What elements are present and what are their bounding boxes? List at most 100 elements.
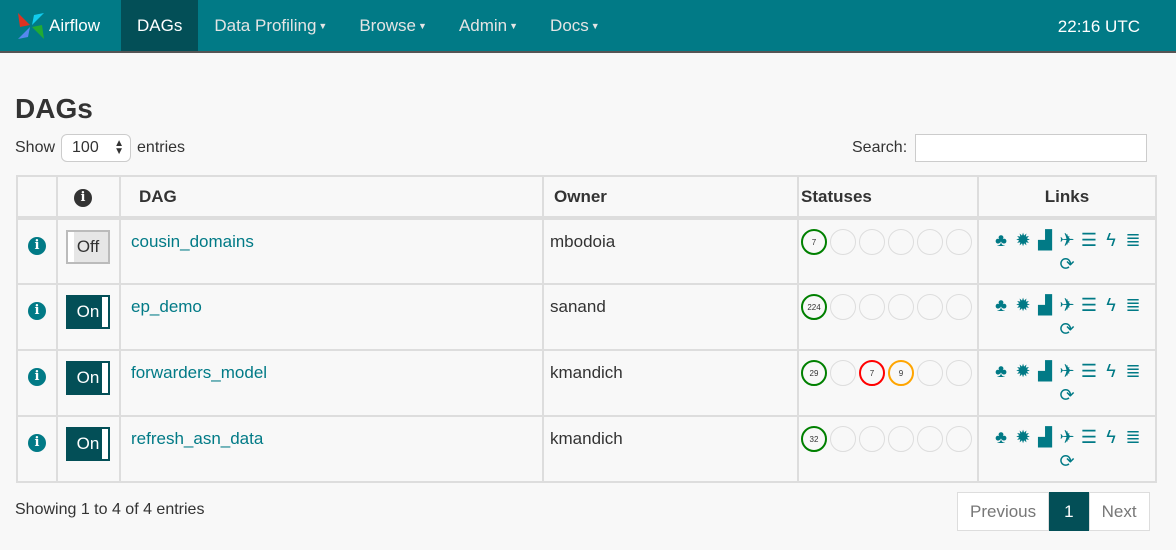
select-arrows-icon: ▲ ▼ xyxy=(114,138,125,157)
entries-select[interactable]: 100 ▲ ▼ xyxy=(61,134,132,162)
bolt-icon[interactable]: ϟ xyxy=(1100,425,1122,449)
nav-label: Data Profiling xyxy=(214,15,317,35)
graph-icon[interactable]: ✹ xyxy=(1012,228,1034,252)
bolt-icon[interactable]: ϟ xyxy=(1100,293,1122,317)
graph-icon[interactable]: ✹ xyxy=(1012,359,1034,383)
dag-link[interactable]: forwarders_model xyxy=(131,363,267,382)
info-cell: i xyxy=(16,415,58,483)
status-circle[interactable]: 9 xyxy=(888,360,914,386)
nav-label: Admin xyxy=(458,15,508,35)
plane-icon[interactable]: ✈ xyxy=(1056,359,1078,383)
next-button[interactable]: Next xyxy=(1088,492,1150,531)
nav-dags[interactable]: DAGs xyxy=(121,0,199,51)
info-icon[interactable]: i xyxy=(28,237,46,255)
list-icon[interactable]: ≣ xyxy=(1122,228,1144,252)
status-circle[interactable] xyxy=(917,426,943,452)
nav-browse[interactable]: Browse ▼ xyxy=(343,0,443,51)
status-circle[interactable] xyxy=(917,294,943,320)
col-header-links[interactable]: Links xyxy=(977,175,1157,220)
bolt-icon[interactable]: ϟ xyxy=(1100,228,1122,252)
statuses-cell: 32 xyxy=(797,415,979,483)
search-control: Search: xyxy=(852,134,1148,162)
status-circle[interactable] xyxy=(830,294,856,320)
tree-icon[interactable]: ♣ xyxy=(990,359,1012,383)
dag-cell: forwarders_model xyxy=(119,349,544,417)
previous-button[interactable]: Previous xyxy=(957,492,1050,531)
status-circle[interactable] xyxy=(946,294,972,320)
toggle-cell: On xyxy=(56,283,121,351)
info-icon[interactable]: i xyxy=(28,368,46,386)
dag-toggle[interactable]: On xyxy=(66,361,110,395)
dag-link[interactable]: refresh_asn_data xyxy=(131,429,263,448)
list-icon[interactable]: ≣ xyxy=(1122,359,1144,383)
info-icon[interactable]: i xyxy=(28,302,46,320)
dag-cell: ep_demo xyxy=(119,283,544,351)
list-icon[interactable]: ≣ xyxy=(1122,293,1144,317)
status-circle[interactable]: 29 xyxy=(801,360,827,386)
bolt-icon[interactable]: ϟ xyxy=(1100,359,1122,383)
status-circle[interactable] xyxy=(859,294,885,320)
status-circle[interactable]: 7 xyxy=(859,360,885,386)
brand-link[interactable]: Airflow xyxy=(0,0,121,51)
dag-toggle[interactable]: On xyxy=(66,427,110,461)
status-circle[interactable] xyxy=(917,360,943,386)
refresh-icon[interactable]: ⟳ xyxy=(1056,252,1078,276)
tree-icon[interactable]: ♣ xyxy=(990,293,1012,317)
status-circle[interactable] xyxy=(888,229,914,255)
col-header-owner[interactable]: Owner xyxy=(542,175,799,220)
bar-chart-icon[interactable]: ▟ xyxy=(1034,425,1056,449)
info-icon[interactable]: i xyxy=(28,434,46,452)
col-header-statuses[interactable]: Statuses xyxy=(797,175,979,220)
graph-icon[interactable]: ✹ xyxy=(1012,425,1034,449)
status-circle[interactable] xyxy=(888,426,914,452)
links-cell: ♣ ✹ ▟ ✈ ☰ ϟ ≣ ⟳ xyxy=(977,349,1157,417)
toggle-cell: On xyxy=(56,415,121,483)
col-header-info[interactable]: i xyxy=(56,175,121,220)
navbar: Airflow DAGs Data Profiling ▼ Browse ▼ Admin ▼… xyxy=(0,0,1176,53)
refresh-icon[interactable]: ⟳ xyxy=(1056,449,1078,473)
plane-icon[interactable]: ✈ xyxy=(1056,293,1078,317)
nav-admin[interactable]: Admin ▼ xyxy=(443,0,534,51)
page-1-button[interactable]: 1 xyxy=(1049,492,1089,531)
dag-link[interactable]: cousin_domains xyxy=(131,232,254,251)
nav-docs[interactable]: Docs ▼ xyxy=(534,0,616,51)
bar-chart-icon[interactable]: ▟ xyxy=(1034,359,1056,383)
plane-icon[interactable]: ✈ xyxy=(1056,425,1078,449)
list-icon[interactable]: ≣ xyxy=(1122,425,1144,449)
dag-link[interactable]: ep_demo xyxy=(131,297,202,316)
plane-icon[interactable]: ✈ xyxy=(1056,228,1078,252)
status-circle[interactable] xyxy=(830,229,856,255)
gantt-icon[interactable]: ☰ xyxy=(1078,425,1100,449)
search-input[interactable] xyxy=(915,134,1148,162)
status-circle[interactable] xyxy=(859,229,885,255)
gantt-icon[interactable]: ☰ xyxy=(1078,293,1100,317)
links-cell: ♣ ✹ ▟ ✈ ☰ ϟ ≣ ⟳ xyxy=(977,283,1157,351)
dag-toggle[interactable]: Off xyxy=(66,230,110,264)
status-circle[interactable] xyxy=(888,294,914,320)
info-icon: i xyxy=(74,189,92,207)
status-circle[interactable] xyxy=(830,426,856,452)
status-circle[interactable] xyxy=(946,229,972,255)
nav-data-profiling[interactable]: Data Profiling ▼ xyxy=(198,0,343,51)
status-circle[interactable] xyxy=(946,360,972,386)
status-circle[interactable] xyxy=(830,360,856,386)
refresh-icon[interactable]: ⟳ xyxy=(1056,383,1078,407)
status-circle[interactable]: 32 xyxy=(801,426,827,452)
tree-icon[interactable]: ♣ xyxy=(990,425,1012,449)
gantt-icon[interactable]: ☰ xyxy=(1078,359,1100,383)
graph-icon[interactable]: ✹ xyxy=(1012,293,1034,317)
status-circle[interactable] xyxy=(946,426,972,452)
status-circle[interactable] xyxy=(859,426,885,452)
gantt-icon[interactable]: ☰ xyxy=(1078,228,1100,252)
col-header-dag[interactable]: DAG xyxy=(119,175,544,220)
bar-chart-icon[interactable]: ▟ xyxy=(1034,228,1056,252)
entries-label: entries xyxy=(137,139,186,156)
dag-toggle[interactable]: On xyxy=(66,295,110,329)
bar-chart-icon[interactable]: ▟ xyxy=(1034,293,1056,317)
status-circle[interactable]: 224 xyxy=(801,294,827,320)
status-circle[interactable] xyxy=(917,229,943,255)
refresh-icon[interactable]: ⟳ xyxy=(1056,317,1078,341)
status-circle[interactable]: 7 xyxy=(801,229,827,255)
caret-down-icon: ▼ xyxy=(318,20,328,31)
tree-icon[interactable]: ♣ xyxy=(990,228,1012,252)
